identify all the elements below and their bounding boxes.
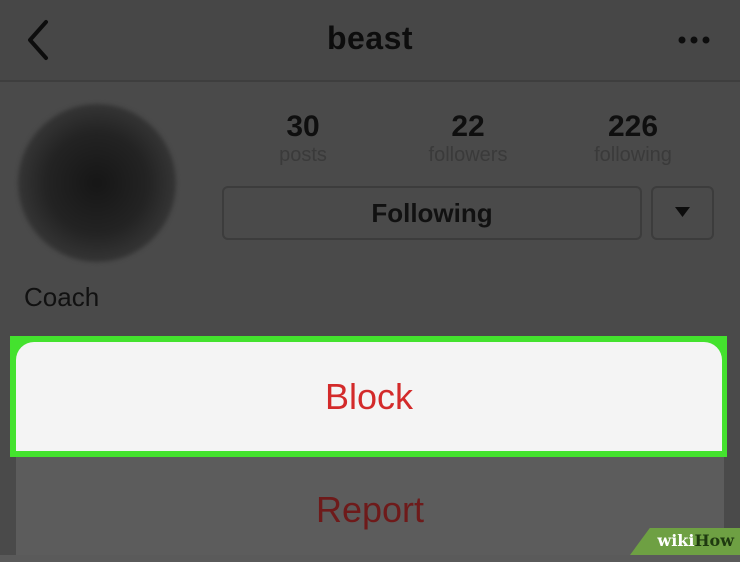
stat-value: 30 bbox=[286, 110, 320, 143]
watermark-part-2: How bbox=[694, 531, 734, 550]
avatar[interactable] bbox=[18, 104, 176, 262]
stat-label: posts bbox=[279, 144, 327, 166]
stat-value: 226 bbox=[607, 110, 659, 143]
stat-followers[interactable]: 22 followers bbox=[398, 110, 538, 166]
triangle-down-icon bbox=[675, 207, 690, 217]
following-button[interactable]: Following bbox=[222, 186, 642, 240]
more-options-button[interactable] bbox=[674, 30, 714, 50]
stat-posts[interactable]: 30 posts bbox=[233, 110, 373, 166]
watermark-part-1: wiki bbox=[657, 531, 695, 550]
stat-label: followers bbox=[428, 144, 508, 166]
suggestions-dropdown-button[interactable] bbox=[651, 186, 714, 240]
page-title: beast bbox=[326, 20, 414, 56]
stat-label: following bbox=[594, 144, 672, 166]
more-horizontal-icon bbox=[678, 36, 710, 44]
stat-following[interactable]: 226 following bbox=[563, 110, 703, 166]
block-button[interactable]: Block bbox=[16, 342, 722, 451]
report-button[interactable]: Report bbox=[16, 458, 724, 555]
stat-value: 22 bbox=[451, 110, 485, 143]
profile-name: Coach bbox=[24, 282, 100, 312]
top-bar: beast bbox=[0, 0, 740, 82]
